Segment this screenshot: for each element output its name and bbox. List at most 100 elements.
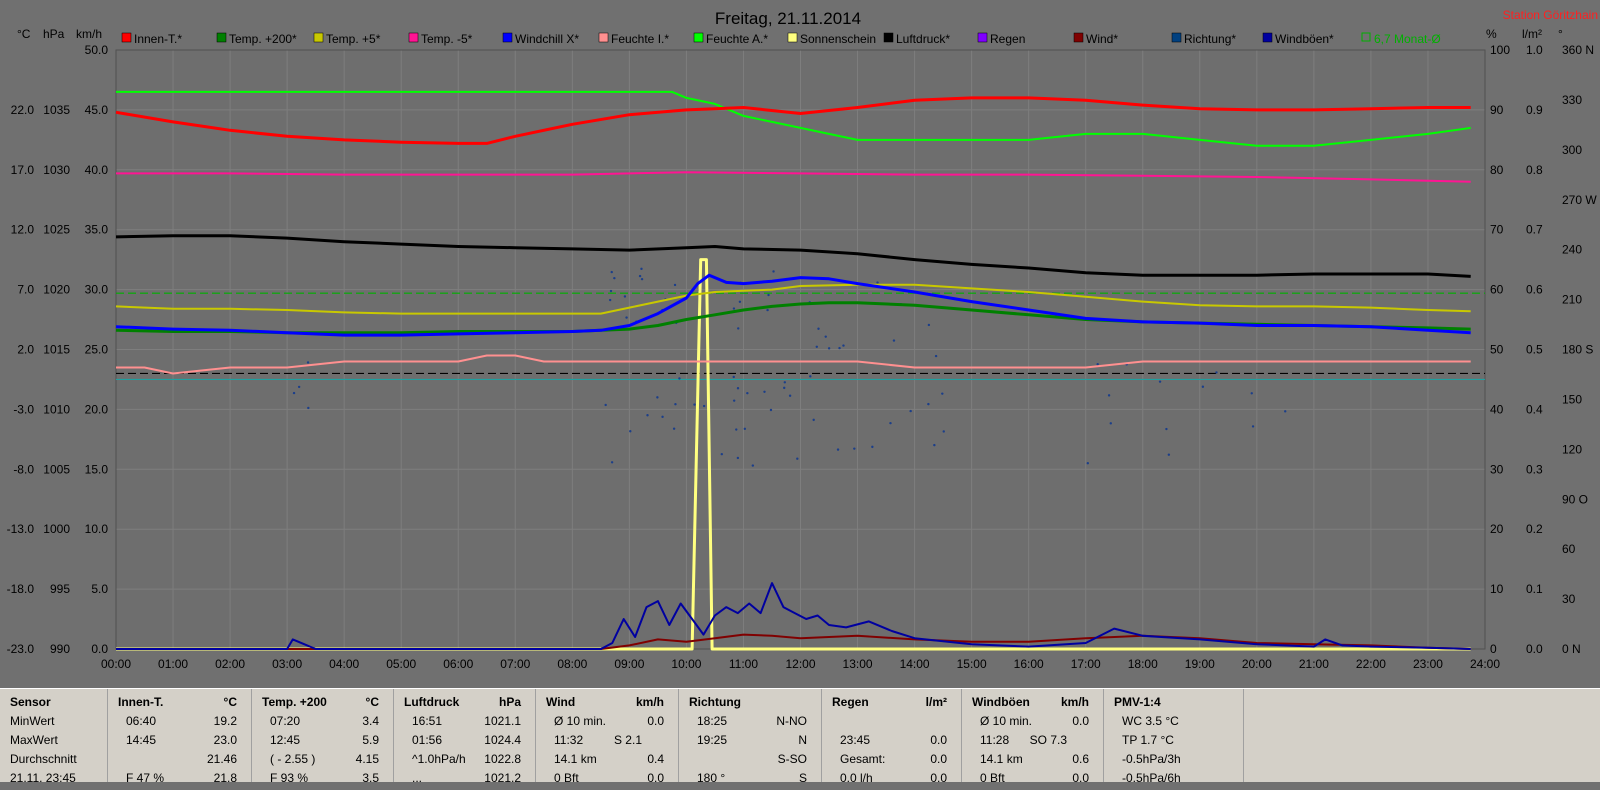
summary-cell: ...	[412, 771, 423, 785]
summary-cell: km/h	[1060, 695, 1089, 709]
summary-cell: Temp. +200	[262, 695, 327, 709]
direction-point	[297, 385, 301, 389]
summary-cell: S-SO	[777, 752, 807, 766]
pressure-tick-label: 1020	[43, 283, 70, 297]
pressure-tick-label: 1005	[43, 462, 70, 476]
direction-point	[892, 339, 896, 342]
percent-tick-label: 90	[1490, 103, 1504, 117]
direction-point	[889, 421, 892, 425]
direction-point	[640, 267, 643, 271]
direction-point	[942, 430, 945, 433]
summary-cell: MaxWert	[10, 733, 58, 747]
pressure-tick-label: 1025	[43, 223, 70, 237]
x-tick-label: 15:00	[957, 657, 987, 671]
x-tick-label: 12:00	[785, 657, 815, 671]
percent-tick-label: 0	[1490, 642, 1497, 656]
x-tick-label: 14:00	[900, 657, 930, 671]
summary-cell: 3.4	[362, 714, 379, 728]
wind-tick-label: 30.0	[85, 283, 109, 297]
percent-tick-label: 10	[1490, 582, 1504, 596]
x-tick-label: 04:00	[329, 657, 359, 671]
summary-cell: 14.1 km	[554, 752, 597, 766]
direction-point	[693, 403, 696, 406]
summary-cell: 23.0	[213, 733, 237, 747]
direction-point	[732, 375, 735, 379]
summary-cell: 0.0	[647, 771, 664, 785]
direction-point	[1109, 422, 1112, 425]
direction-point	[720, 452, 724, 456]
direction-point	[842, 344, 845, 347]
unit-kmh: km/h	[76, 27, 102, 41]
legend-swatch	[216, 32, 227, 43]
direction-point	[783, 381, 787, 384]
summary-row: 14.1 km 0.4	[542, 752, 678, 771]
direction-point	[1107, 394, 1111, 397]
legend-swatch	[598, 32, 609, 43]
summary-row: 01:56 1024.4	[400, 733, 535, 752]
chart-title: Freitag, 21.11.2014	[715, 9, 861, 28]
direction-tick-label: 90 O	[1562, 492, 1588, 506]
unit-degree: °	[1558, 27, 1563, 41]
summary-cell: 21.46	[206, 752, 237, 766]
summary-row: MaxWert	[6, 733, 107, 752]
direction-point	[743, 427, 747, 431]
summary-row: S-SO	[685, 752, 821, 771]
direction-point	[927, 402, 930, 406]
summary-cell: 07:20	[270, 714, 301, 728]
legend-label: Windböen*	[1275, 32, 1334, 46]
legend-label: Temp. -5*	[421, 32, 473, 46]
direction-point	[838, 346, 841, 350]
summary-cell: Innen-T.	[118, 695, 164, 709]
direction-point	[1201, 385, 1205, 388]
direction-point	[763, 390, 766, 393]
summary-cell: Ø 10 min.	[554, 714, 607, 728]
summary-cell: 0.0	[647, 714, 664, 728]
summary-row: Durchschnitt	[6, 752, 107, 771]
summary-row: 11:32 S 2.1	[542, 733, 678, 752]
direction-point	[638, 274, 642, 278]
direction-tick-label: 120	[1562, 442, 1582, 456]
direction-point	[735, 428, 738, 431]
summary-row: WC 3.5 °C	[1110, 714, 1243, 733]
direction-point	[674, 402, 677, 406]
summary-header: Innen-T. °C	[114, 695, 251, 714]
direction-point	[608, 298, 612, 302]
summary-cell: Windböen	[972, 695, 1030, 709]
direction-tick-label: 60	[1562, 542, 1576, 556]
direction-point	[673, 283, 677, 287]
direction-tick-label: 300	[1562, 143, 1582, 157]
x-tick-label: 19:00	[1185, 657, 1215, 671]
legend-swatch	[1073, 32, 1084, 43]
summary-cell: 180 °	[697, 771, 726, 785]
summary-row: ^1.0hPa/h 1022.8	[400, 752, 535, 771]
wind-tick-label: 40.0	[85, 163, 109, 177]
legend-label: Temp. +5*	[326, 32, 381, 46]
temp-tick-label: 22.0	[11, 103, 35, 117]
direction-point	[1165, 427, 1168, 431]
direction-tick-label: 210	[1562, 293, 1582, 307]
summary-cell: 0 Bft	[554, 771, 579, 785]
summary-header: Regen l/m²	[828, 695, 961, 714]
summary-cell: MinWert	[10, 714, 55, 728]
summary-cell: -0.5hPa/3h	[1122, 752, 1181, 766]
direction-point	[876, 281, 879, 284]
legend-swatch	[787, 32, 798, 43]
direction-point	[746, 391, 749, 395]
summary-cell: 21.11. 23:45	[10, 771, 76, 785]
direction-point	[732, 399, 736, 402]
x-tick-label: 05:00	[386, 657, 416, 671]
x-tick-label: 09:00	[614, 657, 644, 671]
direction-point	[909, 409, 912, 413]
summary-row: Ø 10 min. 0.0	[542, 714, 678, 733]
legend-swatch	[693, 32, 704, 43]
pressure-tick-label: 995	[50, 582, 70, 596]
legend-swatch	[121, 32, 132, 43]
summary-cell: Richtung	[689, 695, 741, 709]
direction-point	[812, 418, 815, 422]
weather-chart: Freitag, 21.11.2014 Station Göritzhain °…	[0, 0, 1600, 688]
summary-cell: 0.6	[1072, 752, 1089, 766]
temp-tick-label: -13.0	[7, 522, 35, 536]
pressure-tick-label: 1000	[43, 522, 70, 536]
summary-cell: S 2.1	[613, 733, 642, 747]
pressure-tick-label: 1015	[43, 343, 70, 357]
